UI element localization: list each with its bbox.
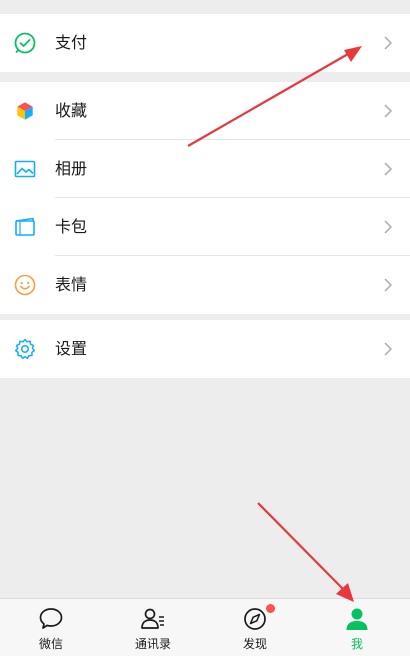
- chevron-right-icon: [384, 342, 393, 356]
- photo-album-icon: [13, 157, 37, 181]
- tab-label: 通讯录: [134, 637, 171, 651]
- contacts-icon: [141, 608, 164, 629]
- tab-discover[interactable]: 发现: [204, 599, 306, 656]
- chevron-right-icon: [384, 162, 393, 176]
- menu-item-settings[interactable]: 设置: [0, 320, 410, 378]
- chevron-right-icon: [384, 278, 393, 292]
- person-icon: [346, 608, 368, 630]
- menu-item-album[interactable]: 相册: [0, 140, 410, 198]
- menu-item-label: 卡包: [55, 217, 88, 236]
- bottom-tab-bar: 微信 通讯录 发现 我: [0, 598, 410, 656]
- chevron-right-icon: [384, 220, 393, 234]
- menu-item-stickers[interactable]: 表情: [0, 256, 410, 314]
- pay-section: 支付: [0, 14, 410, 72]
- tab-chats[interactable]: 微信: [0, 599, 102, 656]
- menu-item-label: 支付: [55, 33, 88, 52]
- tab-me[interactable]: 我: [306, 599, 408, 656]
- collection-section: 收藏 相册 卡包 表情: [0, 82, 410, 314]
- sticker-smiley-icon: [13, 273, 37, 297]
- wechat-pay-icon: [13, 31, 37, 55]
- arrow-to-me-tab: [257, 502, 354, 602]
- tab-label: 发现: [242, 637, 267, 651]
- chevron-right-icon: [384, 36, 393, 50]
- tab-label: 微信: [38, 637, 63, 651]
- me-page: 支付 收藏 相册 卡包 表情 设置 微信 通讯录 发现 我: [0, 0, 410, 656]
- chat-bubble-icon: [39, 608, 63, 629]
- menu-item-pay[interactable]: 支付: [0, 14, 410, 72]
- gear-icon: [13, 337, 37, 361]
- notification-dot: [266, 604, 275, 613]
- menu-item-cards[interactable]: 卡包: [0, 198, 410, 256]
- settings-section: 设置: [0, 320, 410, 378]
- menu-item-label: 收藏: [55, 101, 88, 120]
- tab-contacts[interactable]: 通讯录: [102, 599, 204, 656]
- menu-item-label: 相册: [55, 159, 88, 178]
- favorites-cube-icon: [13, 99, 37, 123]
- card-wallet-icon: [13, 215, 37, 239]
- menu-item-favorites[interactable]: 收藏: [0, 82, 410, 140]
- menu-item-label: 设置: [55, 339, 88, 358]
- compass-icon: [244, 608, 266, 630]
- tab-label: 我: [350, 637, 363, 651]
- menu-item-label: 表情: [55, 275, 88, 294]
- chevron-right-icon: [384, 104, 393, 118]
